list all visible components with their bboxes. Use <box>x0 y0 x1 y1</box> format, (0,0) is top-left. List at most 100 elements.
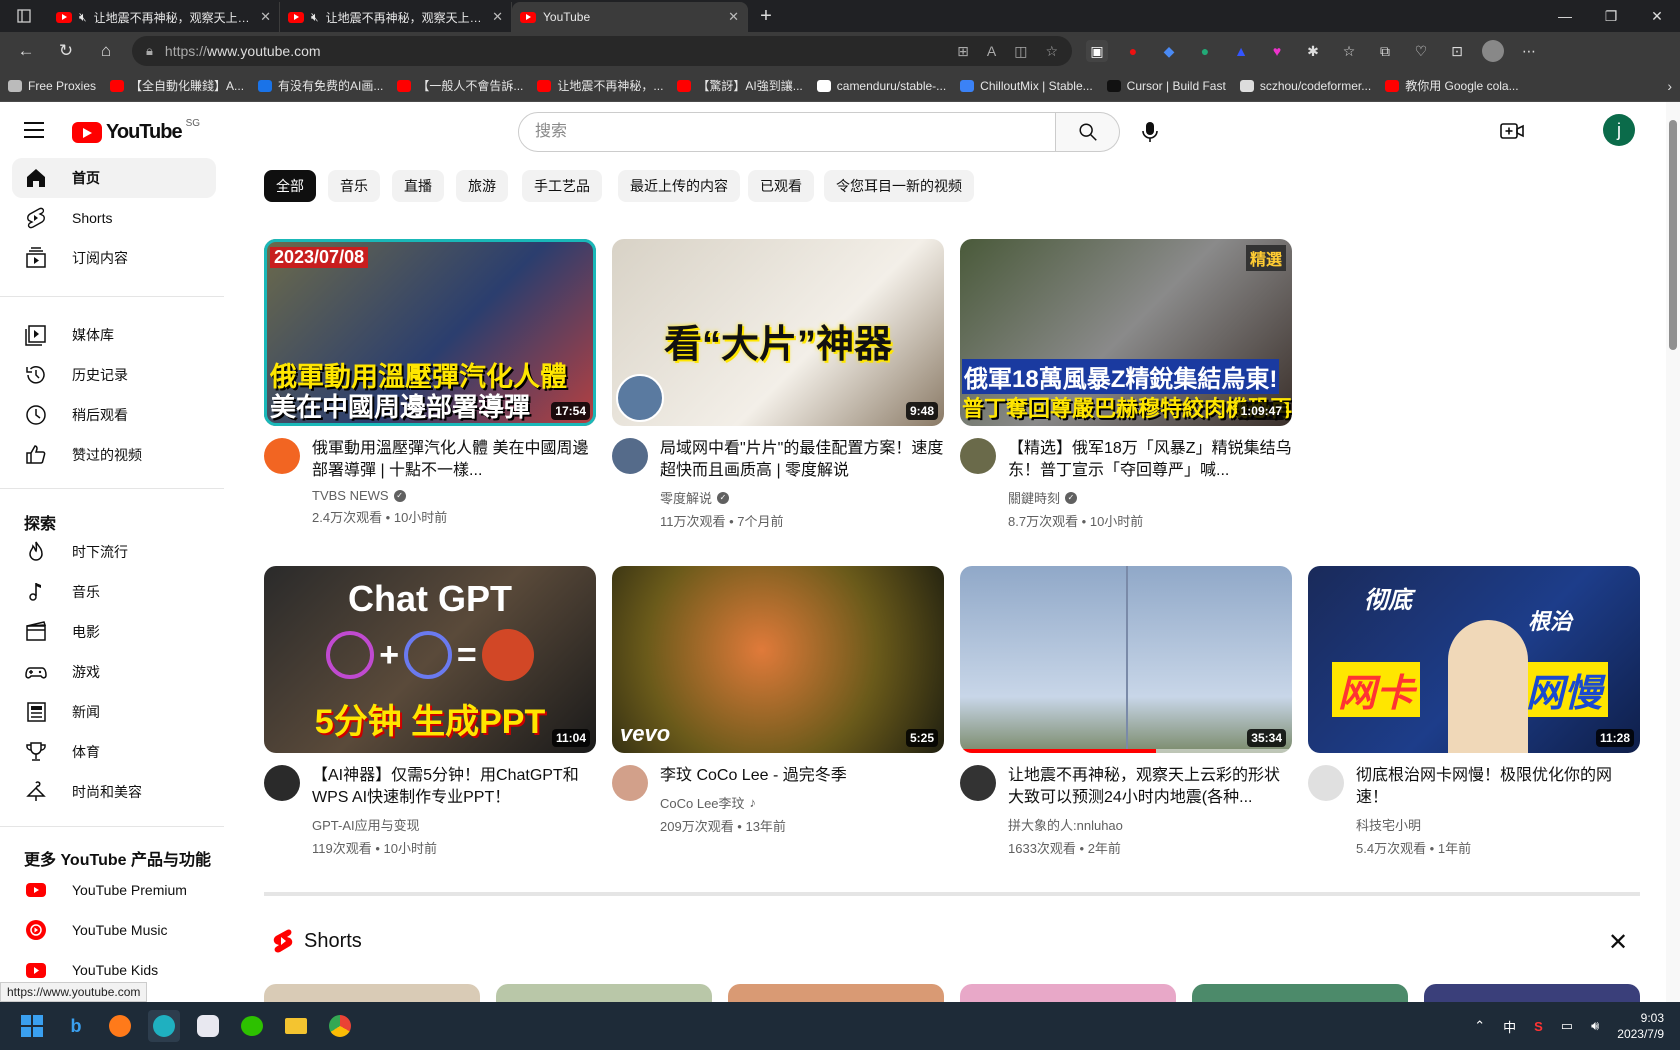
muted-speaker-icon[interactable]: 🔇︎ <box>311 10 319 25</box>
extension-icon[interactable]: ● <box>1122 40 1144 62</box>
channel-avatar[interactable] <box>612 438 648 474</box>
video-title[interactable]: 【AI神器】仅需5分钟！用ChatGPT和WPS AI快速制作专业PPT！ <box>312 765 596 809</box>
channel-name[interactable]: TVBS NEWS <box>312 488 389 503</box>
bookmark-item[interactable]: sczhou/codeformer... <box>1239 79 1371 93</box>
sidebar-item[interactable]: 音乐 <box>12 572 216 612</box>
edge-icon[interactable] <box>148 1010 180 1042</box>
channel-avatar[interactable] <box>960 765 996 801</box>
channel-avatar[interactable] <box>960 438 996 474</box>
sidebar-item[interactable]: 新闻 <box>12 692 216 732</box>
page-scrollbar[interactable] <box>1666 102 1680 1002</box>
read-aloud-icon[interactable]: A <box>987 43 996 60</box>
search-button[interactable] <box>1056 112 1120 152</box>
bookmark-item[interactable]: 教你用 Google cola... <box>1385 77 1519 94</box>
video-card[interactable]: 彻底 根治 网卡 网慢 11:28 彻底根治网卡网慢！极限优化你的网速！ 科技宅小明 5.4万… <box>1308 566 1640 857</box>
screenshot-icon[interactable]: ⊡ <box>1446 40 1468 62</box>
chrome-icon[interactable] <box>324 1010 356 1042</box>
bookmark-item[interactable]: camenduru/stable-... <box>816 79 946 93</box>
sidebar-item[interactable]: YouTube Premium <box>12 870 216 910</box>
bookmark-item[interactable]: 有没有免费的AI画... <box>258 77 383 94</box>
short-thumbnail[interactable] <box>960 984 1176 1002</box>
close-shorts-icon[interactable]: ✕ <box>1608 928 1628 957</box>
filter-chip[interactable]: 令您耳目一新的视频 <box>824 170 974 202</box>
sidebar-item[interactable]: 赞过的视频 <box>12 435 216 475</box>
clock[interactable]: 9:03 2023/7/9 <box>1617 1010 1664 1042</box>
close-tab-icon[interactable]: ✕ <box>260 9 271 25</box>
channel-name[interactable]: 拼大象的人:nnluhao <box>1008 815 1123 834</box>
lock-icon[interactable]: 🔒︎ <box>146 43 153 59</box>
more-menu-icon[interactable]: ⋯ <box>1518 40 1540 62</box>
extension-icon[interactable]: ▲ <box>1230 40 1252 62</box>
voice-search-button[interactable] <box>1130 112 1170 152</box>
browser-tab-active[interactable]: YouTube ✕ <box>512 2 748 32</box>
bookmark-item[interactable]: Cursor | Build Fast <box>1106 79 1226 93</box>
bookmark-item[interactable]: Free Proxies <box>8 79 96 93</box>
browser-tab[interactable]: 🔇︎ 让地震不再神秘，观察天上云彩 ✕ <box>48 2 280 32</box>
firefox-icon[interactable] <box>104 1010 136 1042</box>
close-tab-icon[interactable]: ✕ <box>728 9 739 25</box>
extension-icon[interactable]: ▣ <box>1086 40 1108 62</box>
youtube-logo[interactable]: YouTube SG <box>72 118 200 144</box>
filter-chip[interactable]: 音乐 <box>328 170 380 202</box>
short-thumbnail[interactable] <box>264 984 480 1002</box>
bookmark-item[interactable]: 【一般人不會告訴... <box>397 77 523 94</box>
bookmark-item[interactable]: 【驚訝】AI強到讓... <box>677 77 803 94</box>
more-bookmarks-icon[interactable]: › <box>1667 78 1672 94</box>
file-explorer-icon[interactable] <box>280 1010 312 1042</box>
video-card[interactable]: vevo 5:25 李玟 CoCo Lee - 過完冬季 CoCo Lee李玟 ♪ 209… <box>612 566 944 835</box>
filter-chip[interactable]: 已观看 <box>748 170 814 202</box>
collections-icon[interactable]: ⧉ <box>1374 40 1396 62</box>
extension-icon[interactable]: ● <box>1194 40 1216 62</box>
channel-avatar[interactable] <box>264 765 300 801</box>
muted-speaker-icon[interactable]: 🔇︎ <box>79 10 87 25</box>
video-title[interactable]: 局域网中看"片片"的最佳配置方案！速度超快而且画质高 | 零度解说 <box>660 438 944 482</box>
short-thumbnail[interactable] <box>496 984 712 1002</box>
filter-chip[interactable]: 直播 <box>392 170 444 202</box>
channel-avatar[interactable] <box>612 765 648 801</box>
sidebar-item[interactable]: Shorts <box>12 198 216 238</box>
new-tab-button[interactable]: + <box>748 2 784 32</box>
video-title[interactable]: 【精选】俄军18万「风暴Z」精锐集结乌东！普丁宣示「夺回尊严」喊... <box>1008 438 1292 482</box>
channel-name[interactable]: GPT-AI应用与变现 <box>312 815 420 834</box>
sidebar-item[interactable]: 稍后观看 <box>12 395 216 435</box>
bing-icon[interactable]: b <box>60 1010 92 1042</box>
channel-avatar[interactable] <box>264 438 300 474</box>
puzzle-extensions-icon[interactable]: ✱ <box>1302 40 1324 62</box>
favorites-icon[interactable]: ☆ <box>1338 40 1360 62</box>
sogou-icon[interactable]: S <box>1534 1019 1543 1034</box>
bookmark-item[interactable]: 【全自動化賺錢】A... <box>110 77 244 94</box>
channel-name[interactable]: CoCo Lee李玟 <box>660 793 745 812</box>
search-input[interactable] <box>518 112 1056 152</box>
account-avatar[interactable]: j <box>1603 114 1635 146</box>
favorite-star-icon[interactable]: ☆ <box>1045 43 1058 60</box>
sidebar-item[interactable]: 订阅内容 <box>12 238 216 278</box>
address-bar[interactable]: 🔒︎ https://www.youtube.com ⊞ A ◫ ☆ <box>132 36 1072 66</box>
video-thumbnail[interactable]: 精選 俄軍18萬風暴Z精銳集結烏東! 普丁奪回尊嚴巴赫穆特絞肉機恐再現? 1:09:4… <box>960 239 1292 426</box>
split-screen-icon[interactable]: ◫ <box>1014 43 1027 60</box>
video-thumbnail[interactable]: 看“大片”神器 9:48 <box>612 239 944 426</box>
video-title[interactable]: 彻底根治网卡网慢！极限优化你的网速！ <box>1356 765 1640 809</box>
minimize-icon[interactable]: — <box>1542 0 1588 32</box>
video-title[interactable]: 俄軍動用溫壓彈汽化人體 美在中國周邊部署導彈 | 十點不一樣... <box>312 438 596 482</box>
video-card[interactable]: 看“大片”神器 9:48 局域网中看"片片"的最佳配置方案！速度超快而且画质高 | … <box>612 239 944 530</box>
app-icon[interactable] <box>192 1010 224 1042</box>
video-card[interactable]: 2023/07/08 俄軍動用溫壓彈汽化人體 美在中國周邊部署導彈 17:54 俄軍動用… <box>264 239 596 526</box>
browser-essentials-icon[interactable]: ♡ <box>1410 40 1432 62</box>
wechat-icon[interactable] <box>236 1010 268 1042</box>
sidebar-item[interactable]: 时下流行 <box>12 532 216 572</box>
show-hidden-icons[interactable]: ⌃ <box>1474 1018 1485 1034</box>
sidebar-item[interactable]: 体育 <box>12 732 216 772</box>
short-thumbnail[interactable] <box>728 984 944 1002</box>
video-title[interactable]: 李玟 CoCo Lee - 過完冬季 <box>660 765 944 787</box>
video-card[interactable]: Chat GPT + = 5分钟 生成PPT 11:04 【AI神器】仅需5分钟！用Cha… <box>264 566 596 857</box>
video-card[interactable]: 35:34 让地震不再神秘，观察天上云彩的形状大致可以预测24小时内地震(各种..… <box>960 566 1292 857</box>
short-thumbnail[interactable] <box>1192 984 1408 1002</box>
bookmark-item[interactable]: 让地震不再神秘，... <box>537 77 663 94</box>
tab-actions-icon[interactable] <box>0 0 48 32</box>
channel-name[interactable]: 關鍵時刻 <box>1008 488 1060 507</box>
video-thumbnail[interactable]: Chat GPT + = 5分钟 生成PPT 11:04 <box>264 566 596 753</box>
video-thumbnail[interactable]: 2023/07/08 俄軍動用溫壓彈汽化人體 美在中國周邊部署導彈 17:54 <box>264 239 596 426</box>
video-title[interactable]: 让地震不再神秘，观察天上云彩的形状大致可以预测24小时内地震(各种... <box>1008 765 1292 809</box>
extension-icon[interactable]: ♥ <box>1266 40 1288 62</box>
profile-avatar-icon[interactable] <box>1482 40 1504 62</box>
